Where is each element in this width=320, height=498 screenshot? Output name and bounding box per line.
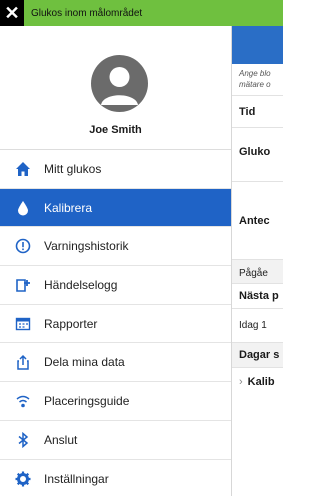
menu-item-varningshistorik[interactable]: Varningshistorik [0, 227, 231, 266]
menu-item-label: Varningshistorik [44, 239, 128, 253]
days-label: Dagar s [232, 343, 283, 368]
share-icon [14, 353, 32, 371]
chevron-right-icon: › [239, 376, 243, 388]
user-name: Joe Smith [0, 124, 231, 136]
ongoing-label: Pågåe [232, 260, 283, 284]
menu-item-label: Dela mina data [44, 355, 125, 369]
calibration-link-label: Kalib [248, 376, 275, 388]
menu-item-placeringsguide[interactable]: Placeringsguide [0, 382, 231, 421]
time-label[interactable]: Tid [232, 96, 283, 128]
header-bar [232, 26, 283, 64]
menu-item-rapporter[interactable]: Rapporter [0, 305, 231, 344]
calibration-link[interactable]: › Kalib [232, 368, 283, 396]
close-icon[interactable]: ✕ [0, 0, 24, 26]
menu-item-label: Anslut [44, 433, 77, 447]
avatar-icon [91, 55, 148, 112]
background-calibrate-screen: Ange blo mätare o Tid Gluko Antec Pågåe … [232, 26, 283, 496]
menu-item-mitt-glukos[interactable]: Mitt glukos [0, 150, 231, 189]
bluetooth-icon [14, 431, 32, 449]
menu-item-label: Kalibrera [44, 201, 92, 215]
menu-item-dela-mina-data[interactable]: Dela mina data [0, 343, 231, 382]
navigation-drawer: Joe Smith Mitt glukos Kalibrera Varnings… [0, 26, 232, 496]
menu-item-label: Händelselogg [44, 278, 117, 292]
home-icon [14, 160, 32, 178]
event-log-icon [14, 276, 32, 294]
menu-item-handelselogg[interactable]: Händelselogg [0, 266, 231, 305]
today-value: Idag 1 [232, 309, 283, 343]
alert-icon [14, 237, 32, 255]
instruction-text: Ange blo mätare o [232, 64, 283, 96]
drop-icon [14, 199, 32, 217]
next-label: Nästa p [232, 284, 283, 309]
menu-item-label: Inställningar [44, 472, 109, 486]
menu-item-label: Placeringsguide [44, 394, 129, 408]
signal-icon [14, 392, 32, 410]
menu-item-kalibrera[interactable]: Kalibrera [0, 189, 231, 228]
reports-icon [14, 315, 32, 333]
notes-label[interactable]: Antec [232, 182, 283, 260]
glucose-label[interactable]: Gluko [232, 128, 283, 182]
menu-item-label: Mitt glukos [44, 162, 101, 176]
menu-item-anslut[interactable]: Anslut [0, 421, 231, 460]
gear-icon [14, 470, 32, 488]
menu-item-installningar[interactable]: Inställningar [0, 460, 231, 498]
alert-message: Glukos inom målområdet [24, 8, 142, 19]
menu-list: Mitt glukos Kalibrera Varningshistorik H… [0, 150, 231, 498]
alert-banner: ✕ Glukos inom målområdet [0, 0, 283, 26]
menu-item-label: Rapporter [44, 317, 97, 331]
profile-header: Joe Smith [0, 26, 231, 150]
